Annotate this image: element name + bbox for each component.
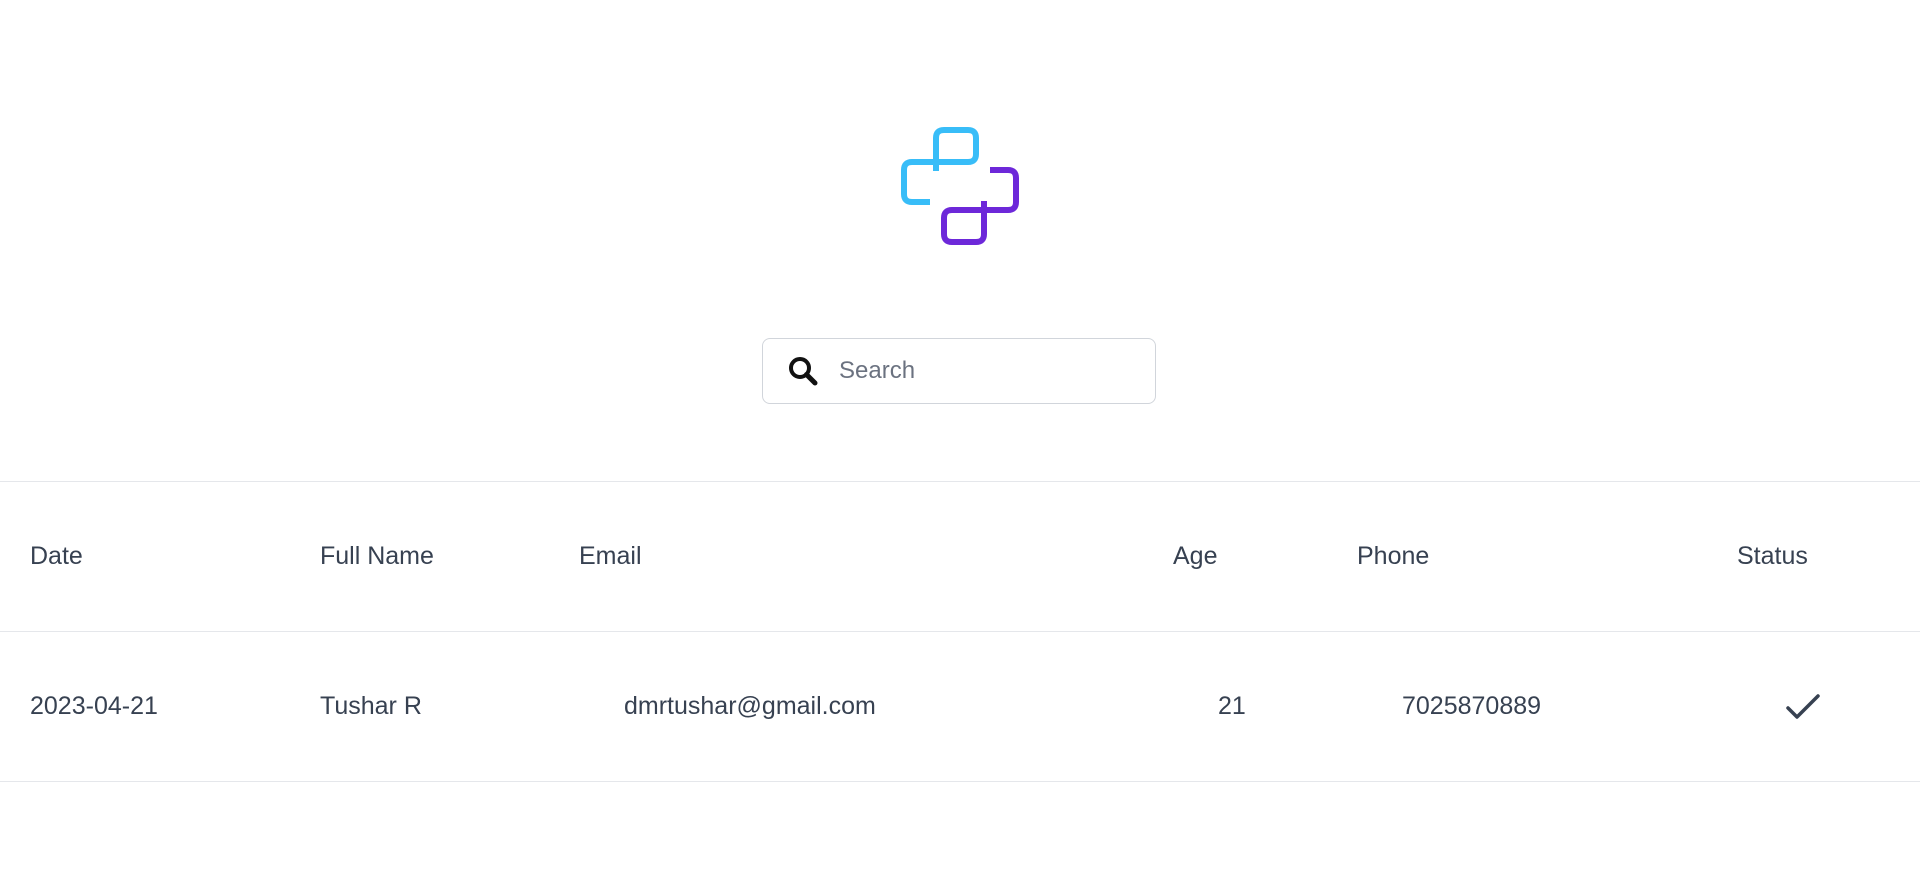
table-bottom-divider <box>0 781 1920 782</box>
header-full-name: Full Name <box>320 542 434 570</box>
cell-status <box>1786 632 1820 781</box>
logo <box>0 124 1920 248</box>
cell-phone: 7025870889 <box>1402 692 1542 720</box>
cell-date: 2023-04-21 <box>30 692 158 720</box>
header-status: Status <box>1737 542 1808 570</box>
cell-full-name: Tushar R <box>320 692 422 720</box>
logo-icon <box>901 127 1019 245</box>
search-input[interactable] <box>839 351 1129 391</box>
header-email: Email <box>579 542 642 570</box>
users-table: Date Full Name Email Age Phone Status 20… <box>0 481 1920 782</box>
cell-email: dmrtushar@gmail.com <box>624 692 876 720</box>
table-row: 2023-04-21 Tushar R dmrtushar@gmail.com … <box>0 632 1920 781</box>
header-date: Date <box>30 542 83 570</box>
table-header-row: Date Full Name Email Age Phone Status <box>0 482 1920 631</box>
checkmark-icon <box>1786 693 1820 719</box>
search-box[interactable] <box>762 338 1156 404</box>
cell-age: 21 <box>1218 692 1246 720</box>
header-phone: Phone <box>1357 542 1430 570</box>
search-icon <box>783 351 823 391</box>
header-age: Age <box>1173 542 1218 570</box>
